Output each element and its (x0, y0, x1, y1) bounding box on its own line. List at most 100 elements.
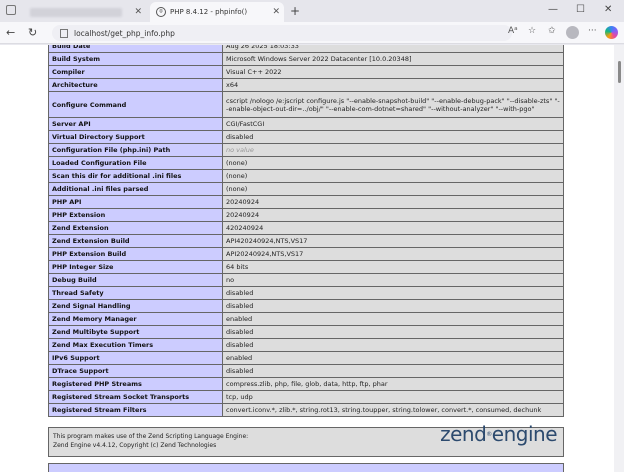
row-value: CGI/FastCGI (222, 117, 564, 131)
vertical-scrollbar[interactable] (614, 45, 624, 472)
table-row: Zend Max Execution Timers disabled (48, 338, 564, 352)
tab-strip: ✕ ⌾ PHP 8.4.12 - phpinfo() ✕ + — ☐ ✕ (0, 0, 624, 22)
table-row: Build System Microsoft Windows Server 202… (48, 52, 564, 66)
table-row: PHP API 20240924 (48, 195, 564, 209)
table-row: DTrace Support disabled (48, 364, 564, 378)
row-key: PHP API (48, 195, 223, 209)
row-key: Loaded Configuration File (48, 156, 223, 170)
phpinfo-table: Build Date Aug 26 2025 18:03:33 Build Syst… (48, 45, 564, 417)
row-value: tcp, udp (222, 390, 564, 404)
row-value: Aug 26 2025 18:03:33 (222, 45, 564, 53)
refresh-icon[interactable]: ↻ (28, 26, 37, 39)
scrollbar-thumb[interactable] (618, 61, 621, 83)
row-key: Build System (48, 52, 223, 66)
row-value: disabled (222, 364, 564, 378)
row-key: Configuration File (php.ini) Path (48, 143, 223, 157)
row-key: Thread Safety (48, 286, 223, 300)
table-row: Loaded Configuration File (none) (48, 156, 564, 170)
table-row: Configuration File (php.ini) Path no valu… (48, 143, 564, 157)
no-value-text: no value (226, 146, 254, 154)
tab-active[interactable]: ⌾ PHP 8.4.12 - phpinfo() ✕ (150, 2, 284, 22)
table-row: Configure Command cscript /nologo /e:jscr… (48, 91, 564, 118)
tab-actions-icon[interactable] (6, 5, 16, 15)
row-key: Build Date (48, 45, 223, 53)
address-bar[interactable]: localhost/get_php_info.php (52, 25, 512, 41)
blurred-tab-title (30, 7, 122, 17)
row-value: disabled (222, 325, 564, 339)
zend-engine-box: This program makes use of the Zend Scrip… (48, 422, 564, 457)
row-value: no value (222, 143, 564, 157)
table-row: Debug Build no (48, 273, 564, 287)
row-value: disabled (222, 130, 564, 144)
row-value: x64 (222, 78, 564, 92)
row-key: Registered Stream Filters (48, 403, 223, 417)
row-value: API20240924,NTS,VS17 (222, 247, 564, 261)
row-key: Zend Max Execution Timers (48, 338, 223, 352)
table-row: Build Date Aug 26 2025 18:03:33 (48, 45, 564, 53)
row-value: disabled (222, 338, 564, 352)
row-value: Visual C++ 2022 (222, 65, 564, 79)
row-value: cscript /nologo /e:jscript configure.js … (222, 91, 564, 118)
row-value: (none) (222, 182, 564, 196)
more-icon[interactable]: ··· (588, 26, 597, 36)
row-key: Zend Memory Manager (48, 312, 223, 326)
close-window-icon[interactable]: ✕ (604, 4, 612, 15)
row-key: PHP Extension (48, 208, 223, 222)
row-key: Compiler (48, 65, 223, 79)
row-key: Zend Signal Handling (48, 299, 223, 313)
table-row: Compiler Visual C++ 2022 (48, 65, 564, 79)
table-row: Zend Extension 420240924 (48, 221, 564, 235)
table-row: Registered Stream Filters convert.iconv.*… (48, 403, 564, 417)
row-value: convert.iconv.*, zlib.*, string.rot13, s… (222, 403, 564, 417)
close-tab-icon[interactable]: ✕ (272, 7, 280, 17)
row-key: PHP Extension Build (48, 247, 223, 261)
row-value: (none) (222, 169, 564, 183)
table-row: Additional .ini files parsed (none) (48, 182, 564, 196)
close-tab-icon[interactable]: ✕ (134, 7, 142, 17)
row-key: Virtual Directory Support (48, 130, 223, 144)
table-row: PHP Extension 20240924 (48, 208, 564, 222)
maximize-icon[interactable]: ☐ (576, 4, 585, 15)
navigation-bar: ← ↻ localhost/get_php_info.php Aᵃ ☆ ✩ ··… (0, 22, 624, 44)
read-aloud-icon[interactable]: Aᵃ (508, 26, 518, 36)
table-row: Thread Safety disabled (48, 286, 564, 300)
back-arrow-icon[interactable]: ← (6, 26, 15, 39)
row-value: enabled (222, 312, 564, 326)
page-content: Build Date Aug 26 2025 18:03:33 Build Syst… (0, 45, 614, 472)
table-row: Registered PHP Streams compress.zlib, php… (48, 377, 564, 391)
url-text[interactable]: localhost/get_php_info.php (74, 29, 175, 38)
page-icon (60, 28, 68, 38)
row-key: Scan this dir for additional .ini files (48, 169, 223, 183)
zend-engine-logo: zend®engine (440, 422, 557, 446)
favorites-icon[interactable]: ✩ (548, 26, 556, 36)
row-value: API420240924,NTS,VS17 (222, 234, 564, 248)
minimize-icon[interactable]: — (548, 4, 558, 15)
new-tab-icon[interactable]: + (290, 4, 300, 18)
table-row: Virtual Directory Support disabled (48, 130, 564, 144)
table-row: PHP Integer Size 64 bits (48, 260, 564, 274)
copilot-icon[interactable] (605, 26, 618, 39)
table-row: Server API CGI/FastCGI (48, 117, 564, 131)
row-value: Microsoft Windows Server 2022 Datacenter… (222, 52, 564, 66)
row-key: Registered Stream Socket Transports (48, 390, 223, 404)
row-key: Registered PHP Streams (48, 377, 223, 391)
row-value: enabled (222, 351, 564, 365)
table-row: Registered Stream Socket Transports tcp, … (48, 390, 564, 404)
tab-inactive[interactable]: ✕ (26, 2, 146, 22)
row-value: 20240924 (222, 195, 564, 209)
row-value: disabled (222, 299, 564, 313)
table-row: PHP Extension Build API20240924,NTS,VS17 (48, 247, 564, 261)
php-favicon-icon: ⌾ (156, 7, 166, 17)
row-value: disabled (222, 286, 564, 300)
row-key: PHP Integer Size (48, 260, 223, 274)
table-row: Zend Multibyte Support disabled (48, 325, 564, 339)
row-key: Architecture (48, 78, 223, 92)
favorites-star-icon[interactable]: ☆ (528, 26, 536, 36)
row-key: DTrace Support (48, 364, 223, 378)
row-value: compress.zlib, php, file, glob, data, ht… (222, 377, 564, 391)
profile-avatar[interactable] (566, 26, 579, 39)
table-row: Architecture x64 (48, 78, 564, 92)
table-row: Zend Extension Build API420240924,NTS,VS1… (48, 234, 564, 248)
table-row: Zend Signal Handling disabled (48, 299, 564, 313)
row-key: Zend Extension (48, 221, 223, 235)
